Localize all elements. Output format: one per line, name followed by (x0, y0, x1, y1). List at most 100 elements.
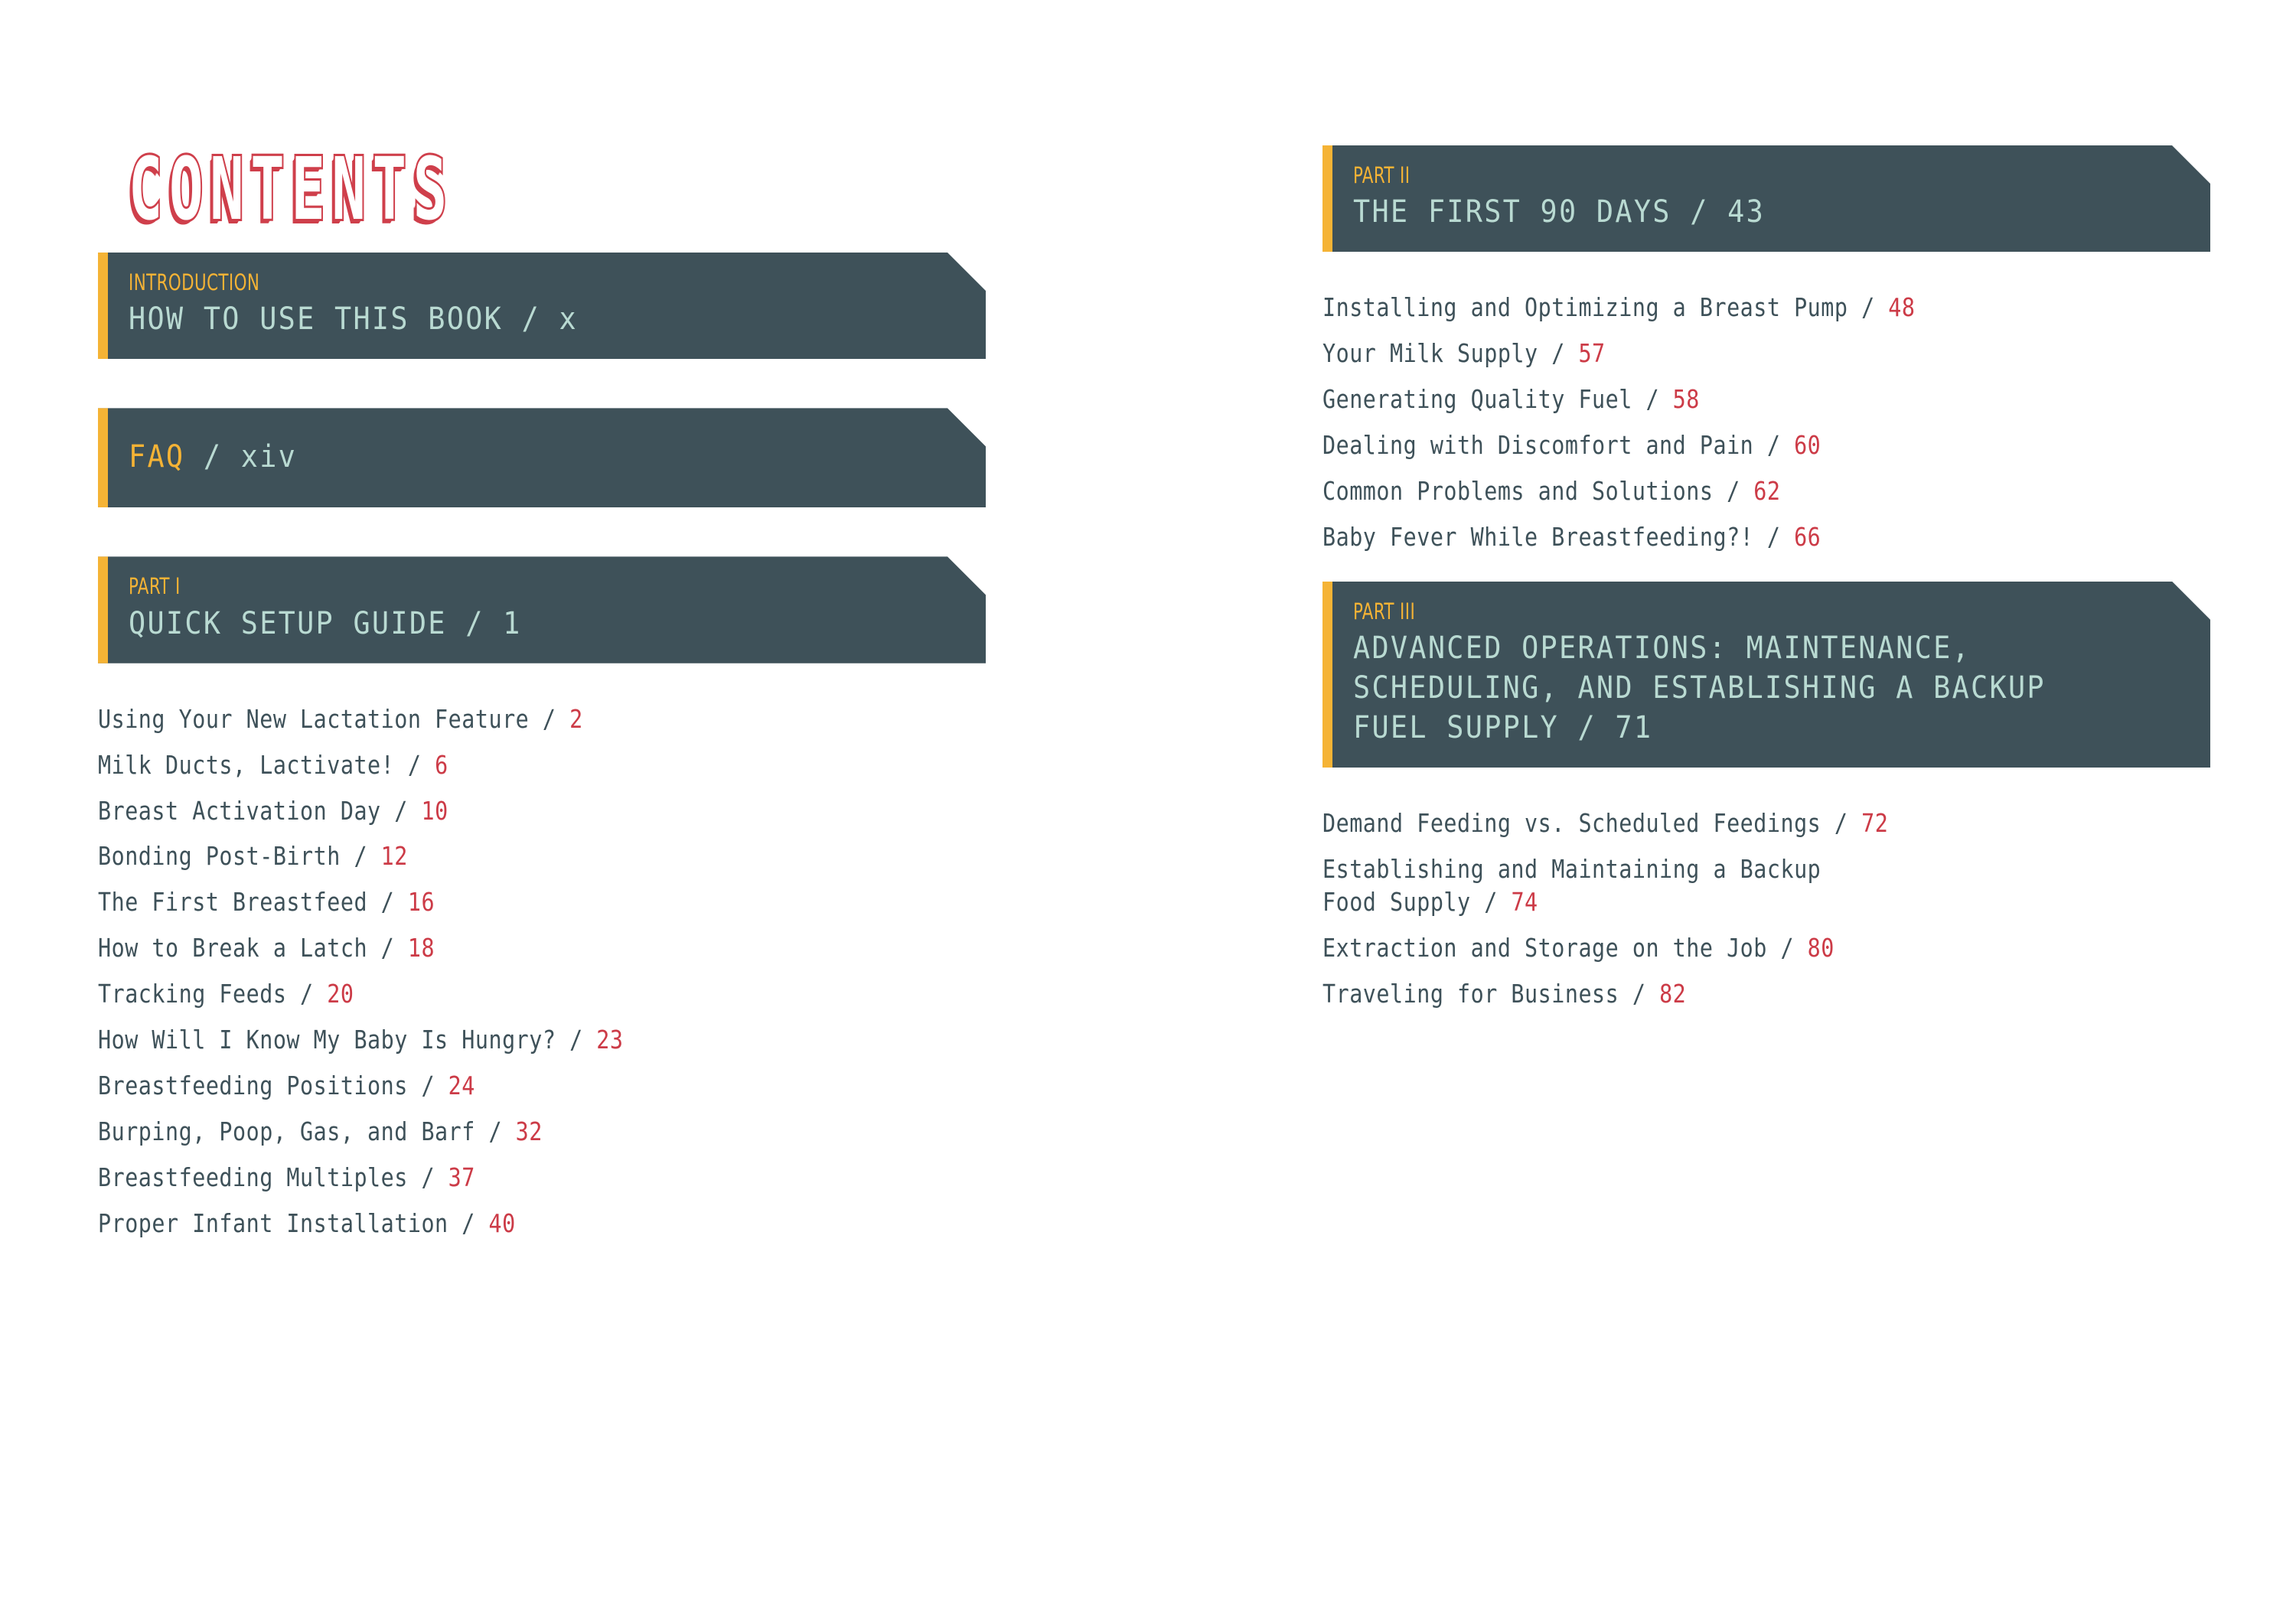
toc-entry-label: Extraction and Storage on the Job / (1322, 932, 1808, 963)
toc-entry-page-number: 24 (448, 1070, 475, 1100)
part-one-entry-list: Using Your New Lactation Feature / 2 Milk… (98, 703, 987, 1240)
toc-entry-label: Using Your New Lactation Feature / (98, 703, 570, 734)
toc-entry[interactable]: How to Break a Latch / 18 (98, 932, 987, 965)
banner-faq-line: FAQ / xiv (129, 437, 917, 477)
banner-faq[interactable]: FAQ / xiv (98, 408, 986, 507)
banner-part-two-label: PART II (1353, 162, 1411, 188)
toc-page: CONTENTS INTRODUCTION HOW TO USE THIS BO… (0, 0, 2296, 1607)
toc-entry-label: Bonding Post-Birth / (98, 841, 381, 872)
toc-entry-page-number: 72 (1861, 808, 1889, 839)
toc-entry-page-number: 58 (1672, 384, 1700, 415)
toc-entry-inner: Baby Fever While Breastfeeding?! / 66 (1322, 521, 1821, 554)
banner-part-two[interactable]: PART II THE FIRST 90 DAYS / 43 (1322, 145, 2210, 252)
toc-entry-inner: Installing and Optimizing a Breast Pump … (1322, 292, 1916, 324)
toc-entry-page-number: 23 (596, 1024, 624, 1054)
toc-entry-page-number: 16 (407, 887, 435, 918)
toc-entry-inner: Tracking Feeds / 20 (98, 978, 354, 1011)
toc-entry[interactable]: Burping, Poop, Gas, and Barf / 32 (98, 1116, 987, 1149)
toc-entry-label: Your Milk Supply / (1322, 338, 1579, 369)
toc-entry[interactable]: Breastfeeding Multiples / 37 (98, 1162, 987, 1195)
toc-entry[interactable]: Breast Activation Day / 10 (98, 795, 987, 828)
toc-entry-page-number: 10 (421, 795, 448, 826)
toc-entry[interactable]: Proper Infant Installation / 40 (98, 1208, 987, 1240)
toc-entry-page-number: 57 (1578, 338, 1606, 369)
banner-part-three-title: ADVANCED OPERATIONS: MAINTENANCE, SCHEDU… (1353, 631, 2046, 746)
toc-entry[interactable]: Installing and Optimizing a Breast Pump … (1322, 292, 2212, 324)
toc-entry-label: How Will I Know My Baby Is Hungry? / (98, 1024, 597, 1054)
banner-part-three[interactable]: PART III ADVANCED OPERATIONS: MAINTENANC… (1322, 582, 2210, 768)
toc-entry[interactable]: Generating Quality Fuel / 58 (1322, 383, 2212, 416)
toc-entry-inner: Breastfeeding Positions / 24 (98, 1070, 475, 1103)
toc-entry-inner: Your Milk Supply / 57 (1322, 337, 1606, 370)
toc-entry[interactable]: Common Problems and Solutions / 62 (1322, 475, 2212, 508)
toc-entry-page-number: 2 (569, 703, 583, 734)
toc-entry-page-number: 48 (1888, 292, 1916, 323)
toc-entry-label: Breast Activation Day / (98, 795, 422, 826)
toc-entry-label: Burping, Poop, Gas, and Barf / (98, 1116, 516, 1146)
toc-entry[interactable]: Your Milk Supply / 57 (1322, 337, 2212, 370)
toc-entry-inner: Using Your New Lactation Feature / 2 (98, 703, 583, 736)
left-column: INTRODUCTION HOW TO USE THIS BOOK / x FA… (98, 253, 987, 1240)
toc-entry[interactable]: Extraction and Storage on the Job / 80 (1322, 932, 2212, 965)
toc-entry-inner: Common Problems and Solutions / 62 (1322, 475, 1780, 508)
toc-entry-page-number: 6 (435, 749, 448, 780)
toc-entry[interactable]: Using Your New Lactation Feature / 2 (98, 703, 987, 736)
toc-entry-label: Generating Quality Fuel / (1322, 384, 1673, 415)
toc-entry-page-number: 18 (407, 933, 435, 963)
banner-part-one[interactable]: PART I QUICK SETUP GUIDE / 1 (98, 556, 986, 663)
toc-entry-inner: How Will I Know My Baby Is Hungry? / 23 (98, 1024, 623, 1057)
toc-entry-inner: How to Break a Latch / 18 (98, 932, 435, 965)
toc-entry-label: Breastfeeding Multiples / (98, 1162, 448, 1192)
toc-entry[interactable]: Dealing with Discomfort and Pain / 60 (1322, 429, 2212, 462)
toc-entry-inner: Milk Ducts, Lactivate! / 6 (98, 749, 448, 782)
banner-introduction[interactable]: INTRODUCTION HOW TO USE THIS BOOK / x (98, 253, 986, 359)
toc-entry-inner: Generating Quality Fuel / 58 (1322, 383, 1700, 416)
toc-entry[interactable]: Bonding Post-Birth / 12 (98, 840, 987, 873)
toc-entry-label: Tracking Feeds / (98, 979, 328, 1009)
toc-entry-inner: Burping, Poop, Gas, and Barf / 32 (98, 1116, 543, 1149)
toc-entry-label: Establishing and Maintaining a Backup Fo… (1322, 853, 1821, 917)
page-title: CONTENTS (127, 139, 454, 240)
toc-entry-label: Milk Ducts, Lactivate! / (98, 749, 435, 780)
toc-entry-page-number: 32 (515, 1116, 543, 1146)
toc-entry[interactable]: Establishing and Maintaining a Backup Fo… (1322, 853, 2212, 919)
toc-entry-label: Baby Fever While Breastfeeding?! / (1322, 521, 1795, 552)
toc-entry-page-number: 60 (1794, 430, 1821, 461)
banner-introduction-title: HOW TO USE THIS BOOK / x (129, 302, 578, 337)
toc-entry-label: Proper Infant Installation / (98, 1208, 489, 1238)
banner-part-three-label: PART III (1353, 598, 1416, 624)
toc-entry-inner: Bonding Post-Birth / 12 (98, 840, 408, 873)
toc-entry-inner: Breastfeeding Multiples / 37 (98, 1162, 475, 1195)
toc-entry-page-number: 20 (327, 979, 354, 1009)
toc-entry-inner: The First Breastfeed / 16 (98, 886, 435, 919)
toc-entry-inner: Extraction and Storage on the Job / 80 (1322, 932, 1835, 965)
toc-entry-inner: Breast Activation Day / 10 (98, 795, 448, 828)
toc-entry[interactable]: How Will I Know My Baby Is Hungry? / 23 (98, 1024, 987, 1057)
banner-part-one-title: QUICK SETUP GUIDE / 1 (129, 605, 522, 641)
toc-entry[interactable]: Traveling for Business / 82 (1322, 978, 2212, 1011)
banner-part-one-label: PART I (129, 573, 181, 600)
toc-entry-label: Common Problems and Solutions / (1322, 475, 1754, 506)
toc-entry-page-number: 74 (1511, 886, 1538, 917)
toc-entry-inner: Proper Infant Installation / 40 (98, 1208, 516, 1240)
toc-entry[interactable]: The First Breastfeed / 16 (98, 886, 987, 919)
toc-entry[interactable]: Demand Feeding vs. Scheduled Feedings / … (1322, 807, 2212, 840)
toc-entry[interactable]: Breastfeeding Positions / 24 (98, 1070, 987, 1103)
toc-entry-label: Dealing with Discomfort and Pain / (1322, 430, 1795, 461)
toc-entry-inner: Traveling for Business / 82 (1322, 978, 1686, 1011)
toc-entry-inner: Demand Feeding vs. Scheduled Feedings / … (1322, 807, 1888, 840)
toc-entry[interactable]: Milk Ducts, Lactivate! / 6 (98, 749, 987, 782)
toc-entry[interactable]: Tracking Feeds / 20 (98, 978, 987, 1011)
toc-entry[interactable]: Baby Fever While Breastfeeding?! / 66 (1322, 521, 2212, 554)
toc-entry-inner: Dealing with Discomfort and Pain / 60 (1322, 429, 1821, 462)
toc-entry-page-number: 80 (1807, 932, 1835, 963)
toc-entry-inner: Establishing and Maintaining a Backup Fo… (1322, 853, 1821, 919)
toc-entry-page-number: 37 (448, 1162, 475, 1192)
toc-entry-page-number: 82 (1659, 978, 1687, 1009)
toc-entry-page-number: 62 (1753, 475, 1781, 506)
